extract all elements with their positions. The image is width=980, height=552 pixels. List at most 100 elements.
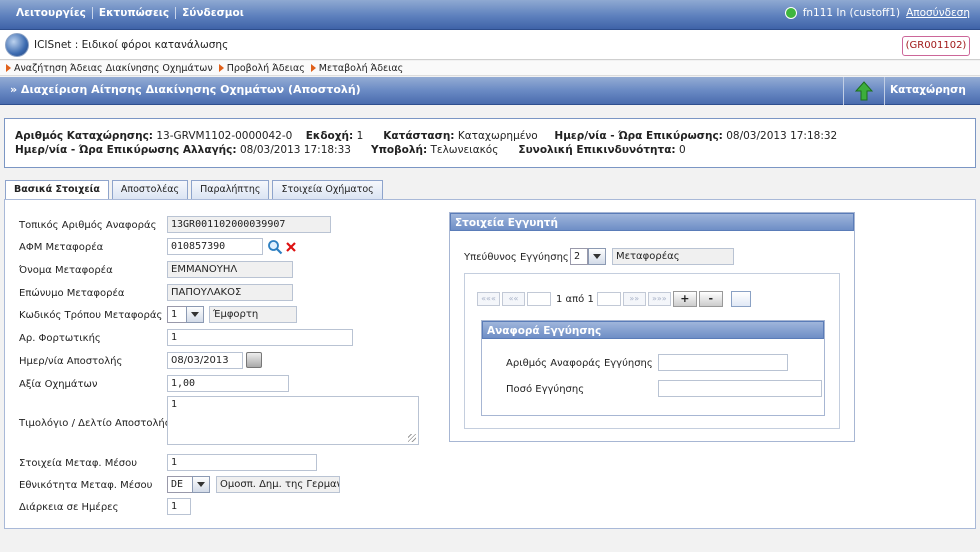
nationality-select[interactable]: DE: [167, 476, 193, 493]
guarantee-amount-input[interactable]: [658, 380, 822, 397]
resize-grip-icon[interactable]: [408, 434, 416, 442]
arrow-right-icon: [218, 64, 224, 72]
calendar-icon[interactable]: [246, 352, 262, 368]
menu-links[interactable]: Σύνδεσμοι: [176, 7, 250, 19]
user-box: fn111 In (custoff1) Αποσύνδεση: [784, 7, 970, 19]
responsible-desc: Μεταφορέας: [612, 248, 734, 265]
nationality-desc: Ομοσπ. Δημ. της Γερμαν: [216, 476, 340, 493]
breadcrumb-label: Μεταβολή Άδειας: [318, 62, 404, 74]
nationality-label: Εθνικότητα Μεταφ. Μέσου: [19, 480, 153, 491]
menu-operations[interactable]: Λειτουργίες: [10, 7, 93, 19]
confirm-label: Ημερ/νία - Ώρα Επικύρωσης:: [554, 130, 723, 142]
vehicle-value-label: Αξία Οχημάτων: [19, 379, 98, 390]
invoice-label: Τιμολόγιο / Δελτίο Αποστολής: [19, 418, 171, 429]
confirm-value: 08/03/2013 17:18:32: [726, 130, 838, 142]
arrow-right-icon: [6, 64, 11, 72]
transport-mode-select[interactable]: 1: [167, 306, 187, 323]
breadcrumb-search[interactable]: Αναζήτηση Άδειας Διακίνησης Οχημάτων: [6, 63, 213, 74]
pager-box: [596, 292, 621, 306]
breadcrumb-label: Αναζήτηση Άδειας Διακίνησης Οχημάτων: [14, 62, 213, 74]
page-title: » Διαχείριση Αίτησης Διακίνησης Οχημάτων…: [10, 83, 361, 96]
carrier-name-field: ΕΜΜΑΝΟΥΗΛ: [167, 261, 293, 278]
transport-mode-desc: Έμφορτη: [209, 306, 297, 323]
tab-basic[interactable]: Βασικά Στοιχεία: [5, 180, 109, 200]
chevron-down-icon: [593, 254, 601, 259]
local-ref-label: Τοπικός Αριθμός Αναφοράς: [19, 220, 157, 231]
pager-text: 1 από 1: [556, 293, 594, 305]
guarantee-amount-label: Ποσό Εγγύησης: [506, 384, 585, 395]
vehicle-value-input[interactable]: 1,00: [167, 375, 289, 392]
tab-sender[interactable]: Αποστολέας: [111, 180, 189, 199]
pager-prev-button[interactable]: ««: [502, 292, 525, 306]
page-title-bar: » Διαχείριση Αίτησης Διακίνησης Οχημάτων…: [0, 77, 980, 105]
carrier-surname-field: ΠΑΠΟΥΛΑΚΟΣ: [167, 284, 293, 301]
change-value: 08/03/2013 17:18:33: [239, 144, 351, 156]
info-summary: Αριθμός Καταχώρησης: 13-GRVM1102-0000042…: [4, 118, 976, 168]
top-menu: Λειτουργίες Εκτυπώσεις Σύνδεσμοι: [10, 7, 250, 19]
reg-no-label: Αριθμός Καταχώρησης:: [15, 130, 153, 142]
invoice-textarea[interactable]: 1: [167, 396, 419, 445]
carrier-name-label: Όνομα Μεταφορέα: [19, 265, 113, 276]
breadcrumb-label: Προβολή Άδειας: [226, 62, 305, 74]
transport-means-input[interactable]: 1: [167, 454, 317, 471]
window-icon[interactable]: [730, 291, 751, 307]
up-arrow-button[interactable]: [843, 77, 885, 105]
chevron-down-icon: [197, 482, 205, 487]
user-name: fn111 In (custoff1): [802, 7, 901, 19]
save-button[interactable]: Καταχώρηση: [890, 84, 966, 96]
office-code: (GR001102): [902, 36, 970, 56]
tab-vehicle[interactable]: Στοιχεία Οχήματος: [272, 180, 383, 199]
dispatch-date-label: Ημερ/νία Αποστολής: [19, 356, 123, 367]
submit-value: Τελωνειακός: [430, 144, 499, 156]
globe-logo-icon: [5, 33, 29, 57]
clear-icon[interactable]: [285, 241, 297, 253]
guarantee-ref-no-label: Αριθμός Αναφοράς Εγγύησης: [506, 358, 653, 369]
change-label: Ημερ/νία - Ώρα Επικύρωσης Αλλαγής:: [15, 144, 237, 156]
invoice-text: 1: [171, 399, 178, 410]
duration-input[interactable]: 1: [167, 498, 191, 515]
guarantee-ref-no-input[interactable]: [658, 354, 788, 371]
risk-value: 0: [678, 144, 686, 156]
user-icon: [784, 7, 797, 19]
tab-recipient[interactable]: Παραλήπτης: [191, 180, 270, 199]
responsible-label: Υπεύθυνος Εγγύησης: [464, 252, 569, 263]
logout-link[interactable]: Αποσύνδεση: [906, 7, 970, 19]
search-icon[interactable]: [267, 239, 283, 255]
info-line-2: Ημερ/νία - Ώρα Επικύρωσης Αλλαγής: 08/03…: [15, 143, 965, 157]
carrier-surname-label: Επώνυμο Μεταφορέα: [19, 288, 125, 299]
breadcrumb-view[interactable]: Προβολή Άδειας: [218, 62, 305, 74]
transport-means-label: Στοιχεία Μεταφ. Μέσου: [19, 458, 138, 469]
guarantee-pager: ««« «« 1 από 1 »» »»» + -: [477, 291, 751, 307]
pager-last-button[interactable]: »»»: [647, 292, 671, 306]
reg-no-value: 13-GRVM1102-0000042-0: [156, 130, 293, 142]
pager-next-button[interactable]: »»: [622, 292, 646, 306]
responsible-dropdown[interactable]: [588, 248, 606, 265]
add-row-button[interactable]: +: [672, 291, 697, 307]
app-bar: ICISnet : Ειδικοί φόροι κατανάλωσης (GR0…: [0, 30, 980, 60]
main-panel: Τοπικός Αριθμός Αναφοράς 13GR00110200003…: [4, 199, 976, 529]
guarantee-ref-header: Αναφορά Εγγύησης: [482, 321, 824, 339]
app-title: ICISnet : Ειδικοί φόροι κατανάλωσης: [34, 39, 229, 51]
remove-row-button[interactable]: -: [698, 291, 723, 307]
submit-label: Υποβολή:: [370, 144, 428, 156]
guarantor-header: Στοιχεία Εγγυητή: [450, 213, 854, 231]
afm-input[interactable]: 010857390: [167, 238, 263, 255]
chevron-down-icon: [191, 312, 199, 317]
responsible-select[interactable]: 2: [570, 248, 588, 265]
local-ref-field: 13GR001102000039907: [167, 216, 331, 233]
dispatch-date-input[interactable]: 08/03/2013: [167, 352, 243, 369]
bill-input[interactable]: 1: [167, 329, 353, 346]
status-label: Κατάσταση:: [383, 130, 455, 142]
breadcrumb: Αναζήτηση Άδειας Διακίνησης Οχημάτων Προ…: [0, 61, 980, 76]
pager-box: [527, 292, 551, 306]
info-line-1: Αριθμός Καταχώρησης: 13-GRVM1102-0000042…: [15, 129, 965, 143]
bill-label: Αρ. Φορτωτικής: [19, 333, 101, 344]
menu-prints[interactable]: Εκτυπώσεις: [93, 7, 177, 19]
up-arrow-icon: [854, 81, 874, 101]
top-bar: Λειτουργίες Εκτυπώσεις Σύνδεσμοι fn111 I…: [0, 0, 980, 30]
nationality-dropdown[interactable]: [192, 476, 210, 493]
transport-mode-dropdown[interactable]: [186, 306, 204, 323]
afm-label: ΑΦΜ Μεταφορέα: [19, 242, 104, 253]
pager-first-button[interactable]: «««: [477, 292, 500, 306]
breadcrumb-modify[interactable]: Μεταβολή Άδειας: [310, 62, 404, 74]
